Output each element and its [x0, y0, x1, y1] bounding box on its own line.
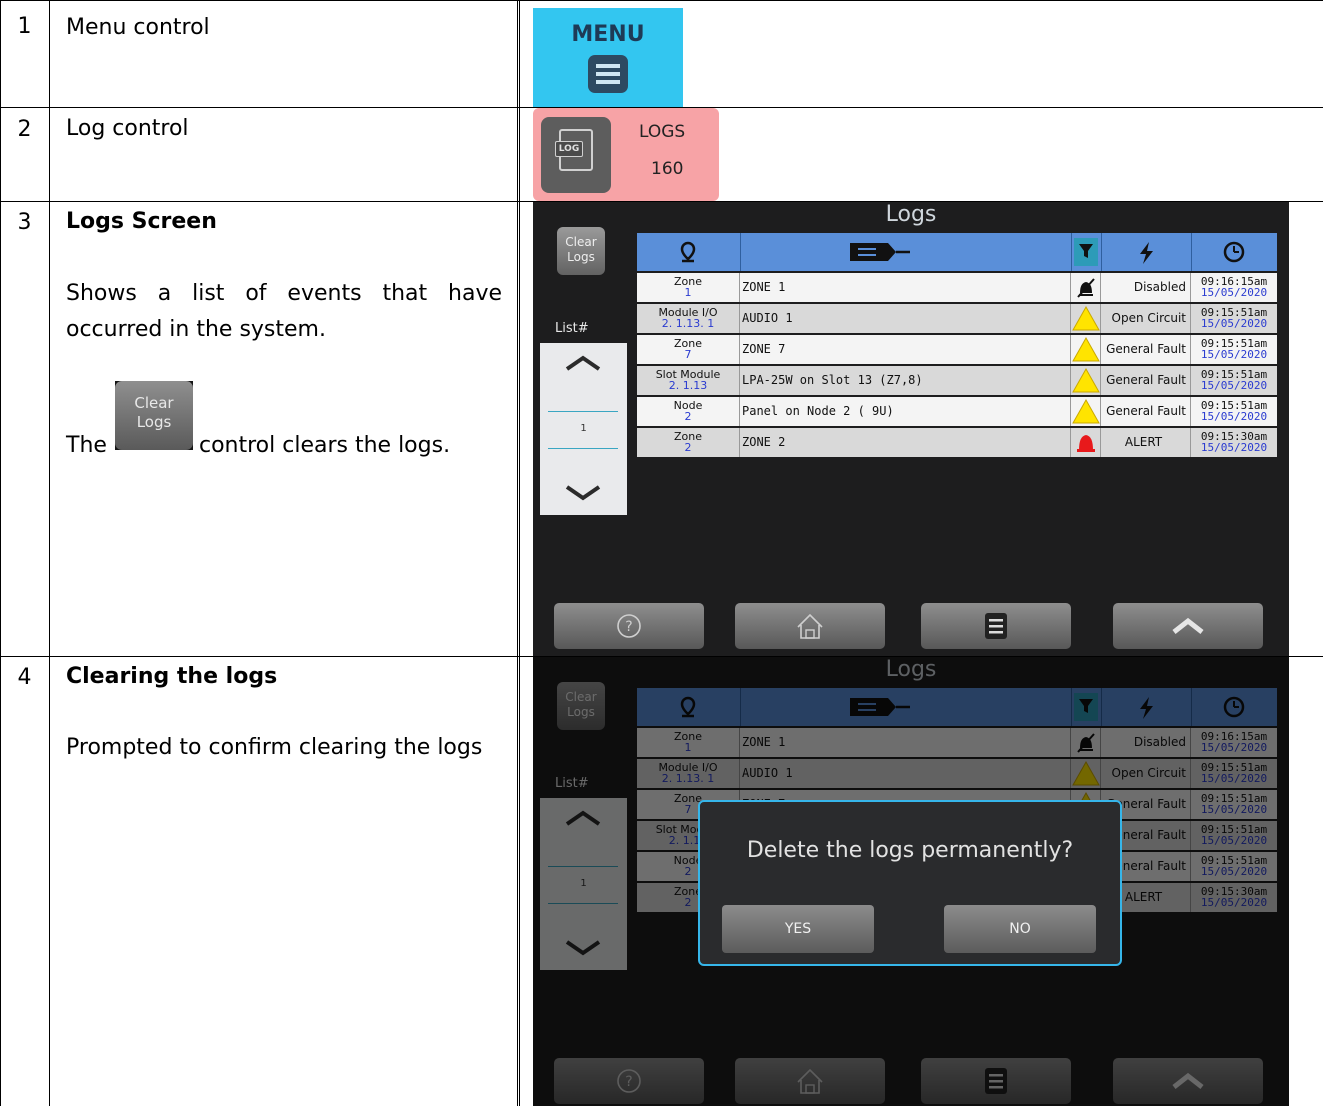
- menu-button[interactable]: MENU: [533, 8, 683, 107]
- hamburger-icon: [588, 55, 628, 93]
- row-description: Log control: [66, 116, 189, 141]
- row-description: Menu control: [66, 15, 210, 40]
- scroll-up-icon[interactable]: [540, 343, 627, 383]
- filter-clear-icon[interactable]: [1071, 233, 1102, 271]
- screen-title: Logs: [885, 202, 937, 227]
- muted-bell-icon: [1071, 273, 1101, 302]
- list-scroller: 1: [540, 343, 627, 515]
- logs-screen-dimmed: Logs ClearLogs List# 1: [533, 657, 1289, 1106]
- log-icon-text: LOG: [555, 141, 583, 157]
- no-button[interactable]: NO: [944, 905, 1096, 953]
- clock-icon[interactable]: [1191, 233, 1277, 271]
- row-heading: Clearing the logs: [66, 664, 278, 689]
- list-number-label: List#: [555, 321, 589, 336]
- column-divider: [0, 0, 1, 1106]
- table-row[interactable]: Zone 2 ZONE 2 ALERT 09:15:30am 15/05/2020: [637, 428, 1277, 459]
- alert-bell-icon: [1071, 428, 1101, 457]
- table-row[interactable]: Node 2 Panel on Node 2 ( 9U) General Faul…: [637, 397, 1277, 428]
- log-button[interactable]: LOG LOGS 160: [533, 108, 719, 201]
- clear-logs-button[interactable]: Clear Logs: [557, 227, 605, 275]
- yes-button[interactable]: YES: [722, 905, 874, 953]
- warning-icon: [1071, 397, 1101, 426]
- help-icon: ?: [617, 614, 641, 638]
- row-text-prefix: The: [66, 433, 107, 458]
- row-heading: Logs Screen: [66, 209, 217, 234]
- page-number: 1: [580, 423, 587, 434]
- warning-icon: [1071, 304, 1101, 333]
- svg-text:?: ?: [625, 619, 632, 635]
- menu-icon: [985, 613, 1007, 639]
- row-number: 2: [17, 117, 32, 142]
- log-count: 160: [651, 159, 684, 179]
- table-row[interactable]: Zone 1 ZONE 1 Disabled 09:16:15am 15/05/20…: [637, 273, 1277, 304]
- row-paragraph: Shows a list of events that have occurre…: [66, 281, 502, 342]
- home-button[interactable]: [735, 603, 885, 649]
- table-header: [637, 233, 1277, 271]
- clear-logs-inline-image: Clear Logs: [115, 381, 193, 450]
- row-number: 3: [17, 210, 32, 235]
- table-row[interactable]: Slot Module 2. 1.13 LPA-25W on Slot 13 (Z…: [637, 366, 1277, 397]
- column-divider: [517, 0, 518, 1106]
- column-divider: [49, 0, 50, 1106]
- row-number: 4: [17, 665, 32, 690]
- row-text-suffix: control clears the logs.: [199, 433, 451, 458]
- help-button[interactable]: ?: [554, 603, 704, 649]
- scroll-top-button[interactable]: [1113, 603, 1263, 649]
- log-button-label: LOGS: [639, 122, 686, 142]
- chevron-up-icon: [1172, 617, 1204, 634]
- confirm-question: Delete the logs permanently?: [746, 838, 1074, 863]
- scroll-down-icon[interactable]: [540, 475, 627, 515]
- lightning-icon[interactable]: [1101, 233, 1192, 271]
- warning-icon: [1071, 366, 1101, 395]
- table-border: [0, 0, 1323, 1]
- column-divider: [519, 0, 520, 1106]
- log-file-icon: LOG: [541, 117, 611, 193]
- menu-button[interactable]: [921, 603, 1071, 649]
- row-number: 1: [17, 14, 32, 39]
- home-icon: [797, 613, 823, 639]
- menu-label: MENU: [571, 22, 645, 47]
- warning-icon: [1071, 335, 1101, 364]
- logs-screen: Logs Clear Logs List# 1 Zone 1 ZONE 1 Di…: [533, 202, 1289, 656]
- table-row[interactable]: Zone 7 ZONE 7 General Fault 09:15:51am 15/…: [637, 335, 1277, 366]
- table-row[interactable]: Module I/O 2. 1.13. 1 AUDIO 1 Open Circui…: [637, 304, 1277, 335]
- tag-icon[interactable]: [740, 233, 1072, 271]
- row-paragraph: Prompted to confirm clearing the logs: [66, 735, 483, 760]
- location-pin-icon[interactable]: [637, 233, 741, 271]
- instruction-table: 1 Menu control MENU 2 Log control LOG LO…: [0, 0, 1323, 1106]
- confirm-dialog: Delete the logs permanently? YES NO: [698, 800, 1122, 966]
